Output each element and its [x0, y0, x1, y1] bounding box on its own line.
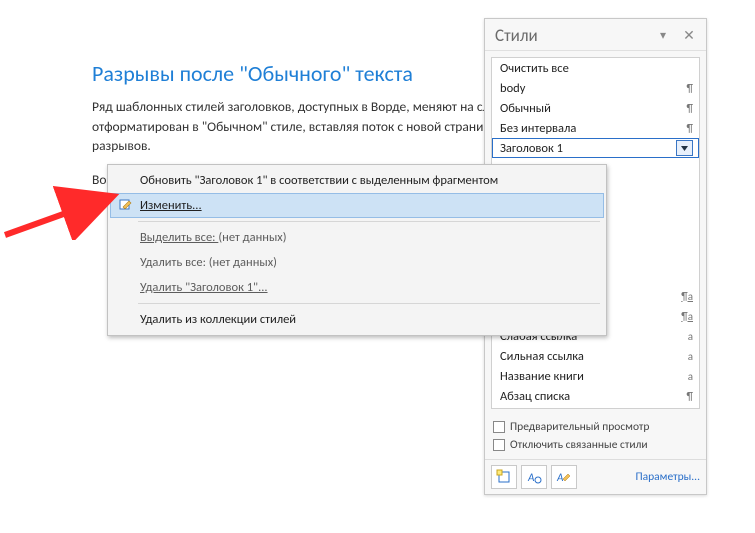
- pane-header: Стили ▾ ✕: [485, 19, 706, 51]
- style-clear-all[interactable]: Очистить все: [492, 58, 699, 78]
- style-normal[interactable]: Обычный ¶: [492, 98, 699, 118]
- style-body[interactable]: body ¶: [492, 78, 699, 98]
- pane-parameters-link[interactable]: Параметры...: [635, 470, 700, 484]
- ctx-separator: [138, 303, 600, 304]
- style-book-title[interactable]: Название книги a: [492, 366, 699, 386]
- close-icon[interactable]: ✕: [680, 27, 698, 45]
- ctx-delete-style: Удалить "Заголовок 1"...: [110, 275, 604, 300]
- manage-styles-button[interactable]: A: [551, 465, 577, 489]
- ctx-modify-style[interactable]: Изменить...: [110, 193, 604, 218]
- checkbox-icon[interactable]: [493, 439, 505, 451]
- manage-icon: A: [556, 469, 572, 485]
- ctx-select-all: Выделить все: (нет данных): [110, 225, 604, 250]
- pane-options: Предварительный просмотр Отключить связа…: [485, 415, 706, 459]
- style-no-spacing[interactable]: Без интервала ¶: [492, 118, 699, 138]
- ctx-separator: [138, 221, 600, 222]
- context-menu: Обновить "Заголовок 1" в соответствии с …: [107, 164, 607, 336]
- new-style-icon: [496, 469, 512, 485]
- style-list-paragraph[interactable]: Абзац списка ¶: [492, 386, 699, 406]
- pane-title: Стили: [495, 25, 654, 46]
- inspector-icon: A: [526, 469, 542, 485]
- pane-dropdown-icon[interactable]: ▾: [654, 27, 672, 45]
- svg-text:A: A: [527, 471, 535, 484]
- style-intense-ref[interactable]: Сильная ссылка a: [492, 346, 699, 366]
- style-heading-1[interactable]: Заголовок 1: [492, 138, 699, 158]
- checkbox-icon[interactable]: [493, 421, 505, 433]
- svg-text:A: A: [556, 471, 564, 484]
- modify-icon: [118, 198, 134, 214]
- ctx-update-style[interactable]: Обновить "Заголовок 1" в соответствии с …: [110, 168, 604, 193]
- chevron-down-icon: [680, 144, 689, 153]
- check-preview[interactable]: Предварительный просмотр: [493, 418, 700, 436]
- ctx-delete-all: Удалить все: (нет данных): [110, 250, 604, 275]
- check-disable-linked[interactable]: Отключить связанные стили: [493, 436, 700, 454]
- ctx-remove-from-gallery[interactable]: Удалить из коллекции стилей: [110, 307, 604, 332]
- style-dropdown-button[interactable]: [676, 140, 693, 156]
- pane-footer: A A Параметры...: [485, 459, 706, 494]
- new-style-button[interactable]: [491, 465, 517, 489]
- style-inspector-button[interactable]: A: [521, 465, 547, 489]
